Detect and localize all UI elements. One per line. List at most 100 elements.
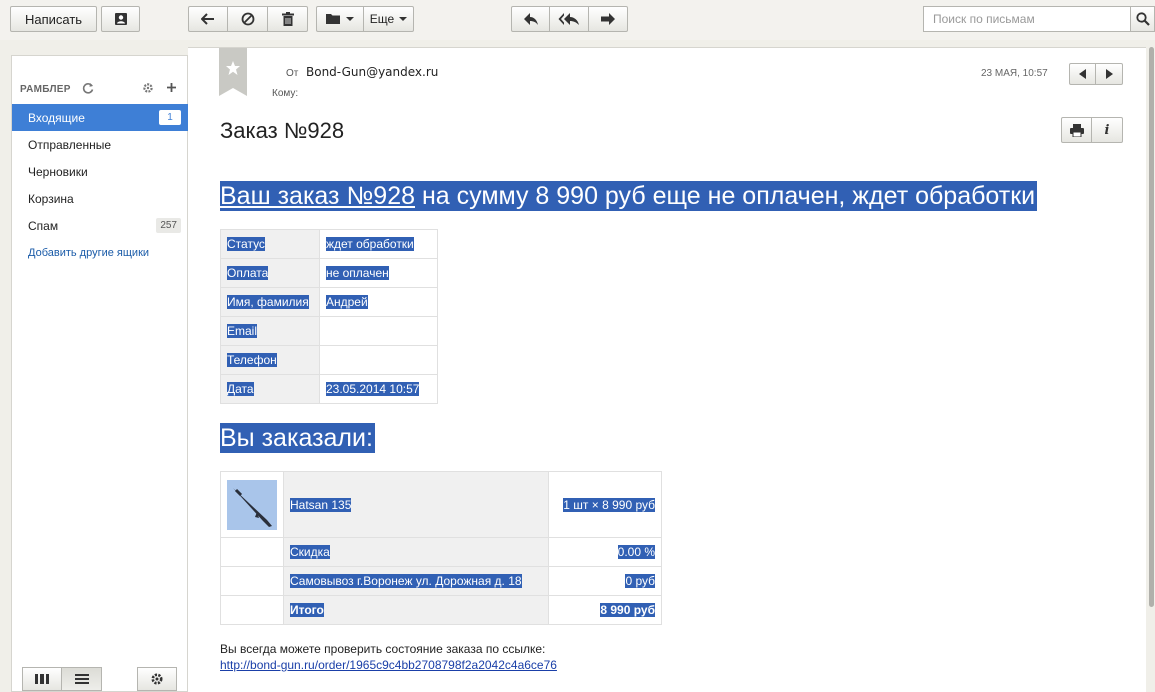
chevron-down-icon [346, 17, 354, 21]
scrollbar-thumb[interactable] [1149, 47, 1154, 607]
triangle-left-icon [1078, 69, 1086, 79]
table-row: Статус ждет обработки [220, 229, 438, 259]
add-mailboxes-link[interactable]: Добавить другие ящики [28, 247, 149, 259]
delete-button[interactable] [268, 6, 308, 32]
info-value: не оплачен [326, 266, 389, 280]
spam-button[interactable] [228, 6, 268, 32]
folder-label: Отправленные [28, 137, 112, 152]
folder-list: Входящие 1 Отправленные Черновики Корзин… [12, 104, 189, 239]
message-pane: От Bond-Gun@yandex.ru Кому: 23 МАЯ, 10:5… [188, 47, 1146, 692]
block-icon [241, 12, 254, 26]
prev-message-button[interactable] [1069, 63, 1096, 85]
search-box [923, 6, 1155, 32]
arrow-right-icon [601, 13, 615, 25]
table-row: Дата 23.05.2014 10:57 [220, 374, 438, 404]
table-row: Email [220, 316, 438, 346]
table-row: Самовывоз г.Воронеж ул. Дорожная д. 18 0… [220, 566, 662, 596]
forward-button[interactable] [589, 6, 628, 32]
contacts-icon [114, 13, 127, 25]
discount-label: Скидка [290, 545, 330, 559]
search-button[interactable] [1130, 7, 1154, 31]
delivery-label: Самовывоз г.Воронеж ул. Дорожная д. 18 [290, 574, 522, 588]
print-button[interactable] [1061, 117, 1092, 143]
search-input[interactable] [924, 7, 1130, 31]
from-label: От [286, 68, 299, 79]
refresh-icon[interactable] [82, 82, 94, 97]
info-value: Андрей [326, 295, 368, 309]
gear-icon [151, 673, 163, 685]
compose-button[interactable]: Написать [10, 6, 97, 32]
more-button[interactable]: Еще [364, 6, 414, 32]
sidebar-item-trash[interactable]: Корзина [12, 185, 189, 212]
info-key: Телефон [227, 353, 277, 367]
order-info-table: Статус ждет обработки Оплата не оплачен Им… [220, 229, 438, 404]
unread-count-badge: 1 [159, 110, 181, 125]
next-message-button[interactable] [1096, 63, 1123, 85]
account-label[interactable]: РАМБЛЕР [20, 84, 71, 95]
folder-label: Корзина [28, 191, 74, 206]
spam-count-badge: 257 [156, 218, 181, 233]
message-info-button[interactable]: i [1092, 117, 1123, 143]
info-value: 23.05.2014 10:57 [326, 382, 420, 396]
triangle-right-icon [1106, 69, 1113, 79]
sender-address[interactable]: Bond-Gun@yandex.ru [306, 65, 438, 79]
table-row: Имя, фамилия Андрей [220, 287, 438, 317]
ordered-heading: Вы заказали: [220, 423, 375, 453]
favorite-bookmark[interactable] [219, 48, 247, 96]
order-check-text: Вы всегда можете проверить состояние зак… [220, 642, 546, 656]
folder-label: Спам [28, 218, 59, 233]
chevron-down-icon [399, 17, 408, 21]
search-icon [1135, 12, 1150, 26]
table-row: Телефон [220, 345, 438, 375]
gear-icon[interactable] [142, 82, 154, 97]
settings-button[interactable] [137, 667, 177, 691]
info-key: Имя, фамилия [227, 295, 309, 309]
table-row: Hatsan 135 1 шт × 8 990 руб [220, 471, 662, 538]
reply-all-button[interactable] [550, 6, 589, 32]
order-items-table: Hatsan 135 1 шт × 8 990 руб Скидка 0.00 … [220, 471, 662, 625]
table-row: Скидка 0.00 % [220, 537, 662, 567]
reply-icon [523, 13, 538, 25]
info-key: Статус [227, 237, 265, 251]
info-value: ждет обработки [326, 237, 414, 251]
table-row: Оплата не оплачен [220, 258, 438, 288]
message-date: 23 МАЯ, 10:57 [981, 68, 1048, 79]
total-value: 8 990 руб [600, 603, 655, 617]
more-label: Еще [369, 12, 395, 26]
sidebar-item-drafts[interactable]: Черновики [12, 158, 189, 185]
three-pane-view-button[interactable] [22, 667, 62, 691]
arrow-left-icon [201, 13, 214, 25]
message-subject: Заказ №928 [220, 118, 345, 143]
order-link[interactable]: Ваш заказ №928 [220, 182, 415, 210]
view-toggle [22, 667, 102, 691]
list-view-button[interactable] [62, 667, 102, 691]
back-button[interactable] [188, 6, 228, 32]
product-thumbnail[interactable] [227, 479, 277, 530]
to-label: Кому: [272, 88, 299, 99]
plus-icon[interactable] [166, 82, 177, 96]
info-key: Email [227, 324, 258, 338]
total-label: Итого [290, 603, 324, 617]
folder-label: Черновики [28, 164, 88, 179]
scrollbar[interactable] [1148, 47, 1155, 607]
reply-button[interactable] [511, 6, 550, 32]
sidebar-item-inbox[interactable]: Входящие 1 [12, 104, 189, 131]
contacts-button[interactable] [101, 6, 140, 32]
table-row: Итого 8 990 руб [220, 595, 662, 625]
product-name: Hatsan 135 [290, 497, 352, 512]
move-to-folder-button[interactable] [316, 6, 364, 32]
trash-icon [281, 12, 294, 26]
sidebar: РАМБЛЕР Входящие 1 Отправленные Черновик… [11, 55, 189, 692]
order-status-link[interactable]: http://bond-gun.ru/order/1965c9c4bb27087… [220, 658, 557, 672]
delivery-value: 0 руб [625, 574, 655, 588]
sidebar-item-spam[interactable]: Спам 257 [12, 212, 189, 239]
reply-all-icon [558, 13, 579, 25]
printer-icon [1069, 123, 1084, 137]
columns-icon [35, 674, 49, 684]
info-icon: i [1104, 122, 1110, 138]
product-amount: 1 шт × 8 990 руб [563, 497, 655, 512]
info-key: Дата [227, 382, 254, 396]
list-icon [74, 674, 89, 684]
folder-icon [326, 14, 340, 24]
sidebar-item-sent[interactable]: Отправленные [12, 131, 189, 158]
